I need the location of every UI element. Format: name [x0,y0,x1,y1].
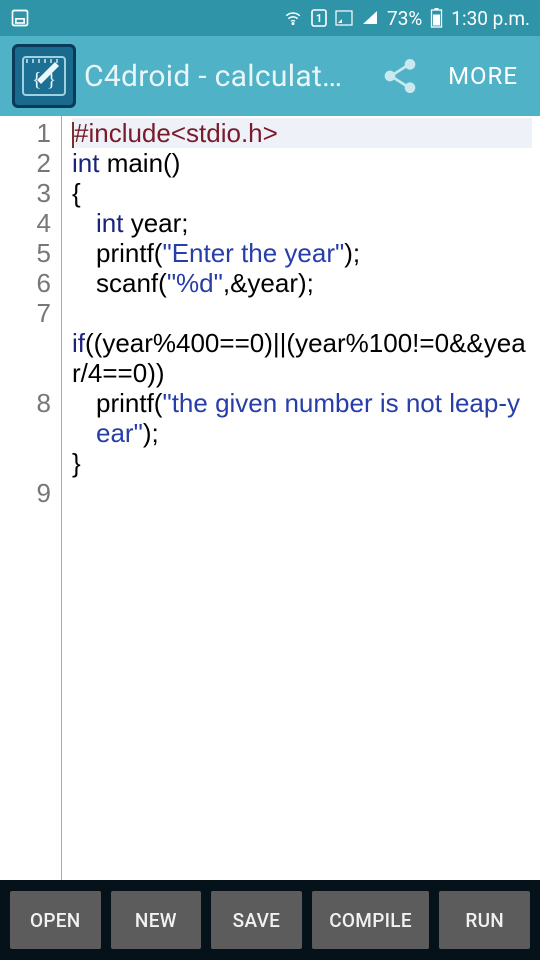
line-number: 7 [0,298,51,328]
app-icon[interactable]: { } [12,44,76,108]
line-number: 2 [0,148,51,178]
line-number: 3 [0,178,51,208]
clock: 1:30 p.m. [451,7,530,30]
code-line: } [72,448,532,478]
code-line: printf("Enter the year"); [72,238,532,268]
line-number: 6 [0,268,51,298]
sim-icon: 1 [311,9,327,27]
signal-icon-1 [335,10,353,26]
more-button[interactable]: MORE [438,56,528,96]
line-number [0,328,51,388]
compile-button[interactable]: COMPILE [312,891,430,949]
code-line: int year; [72,208,532,238]
wifi-icon [283,9,303,27]
app-title: C4droid - calculat… [84,59,362,94]
screenshot-icon [10,8,30,28]
line-number: 4 [0,208,51,238]
signal-icon-2 [361,10,379,26]
save-button[interactable]: SAVE [211,891,302,949]
code-area[interactable]: #include<stdio.h> int main() { int year;… [62,116,540,880]
new-button[interactable]: NEW [111,891,202,949]
svg-text:1: 1 [316,12,322,25]
line-number: 8 [0,388,51,478]
code-line [72,298,532,328]
status-bar: 1 73% 1:30 p.m. [0,0,540,36]
line-number: 9 [0,478,51,508]
code-editor[interactable]: 1 2 3 4 5 6 7 8 9 #include<stdio.h> int … [0,116,540,880]
run-button[interactable]: RUN [439,891,530,949]
line-number: 1 [0,118,51,148]
bottom-toolbar: OPEN NEW SAVE COMPILE RUN [0,880,540,960]
battery-percent: 73% [387,7,422,30]
line-number-gutter: 1 2 3 4 5 6 7 8 9 [0,116,62,880]
open-button[interactable]: OPEN [10,891,101,949]
battery-icon [430,8,443,28]
code-line: printf("the given number is not leap-yea… [72,388,532,448]
line-number: 5 [0,238,51,268]
app-toolbar: { } C4droid - calculat… MORE [0,36,540,116]
share-button[interactable] [372,48,428,104]
code-line: #include<stdio.h> [72,118,532,148]
code-line: if((year%400==0)||(year%100!=0&&year/4==… [72,328,532,388]
code-line: { [72,178,532,208]
code-line: int main() [72,148,532,178]
code-line: scanf("%d",&year); [72,268,532,298]
